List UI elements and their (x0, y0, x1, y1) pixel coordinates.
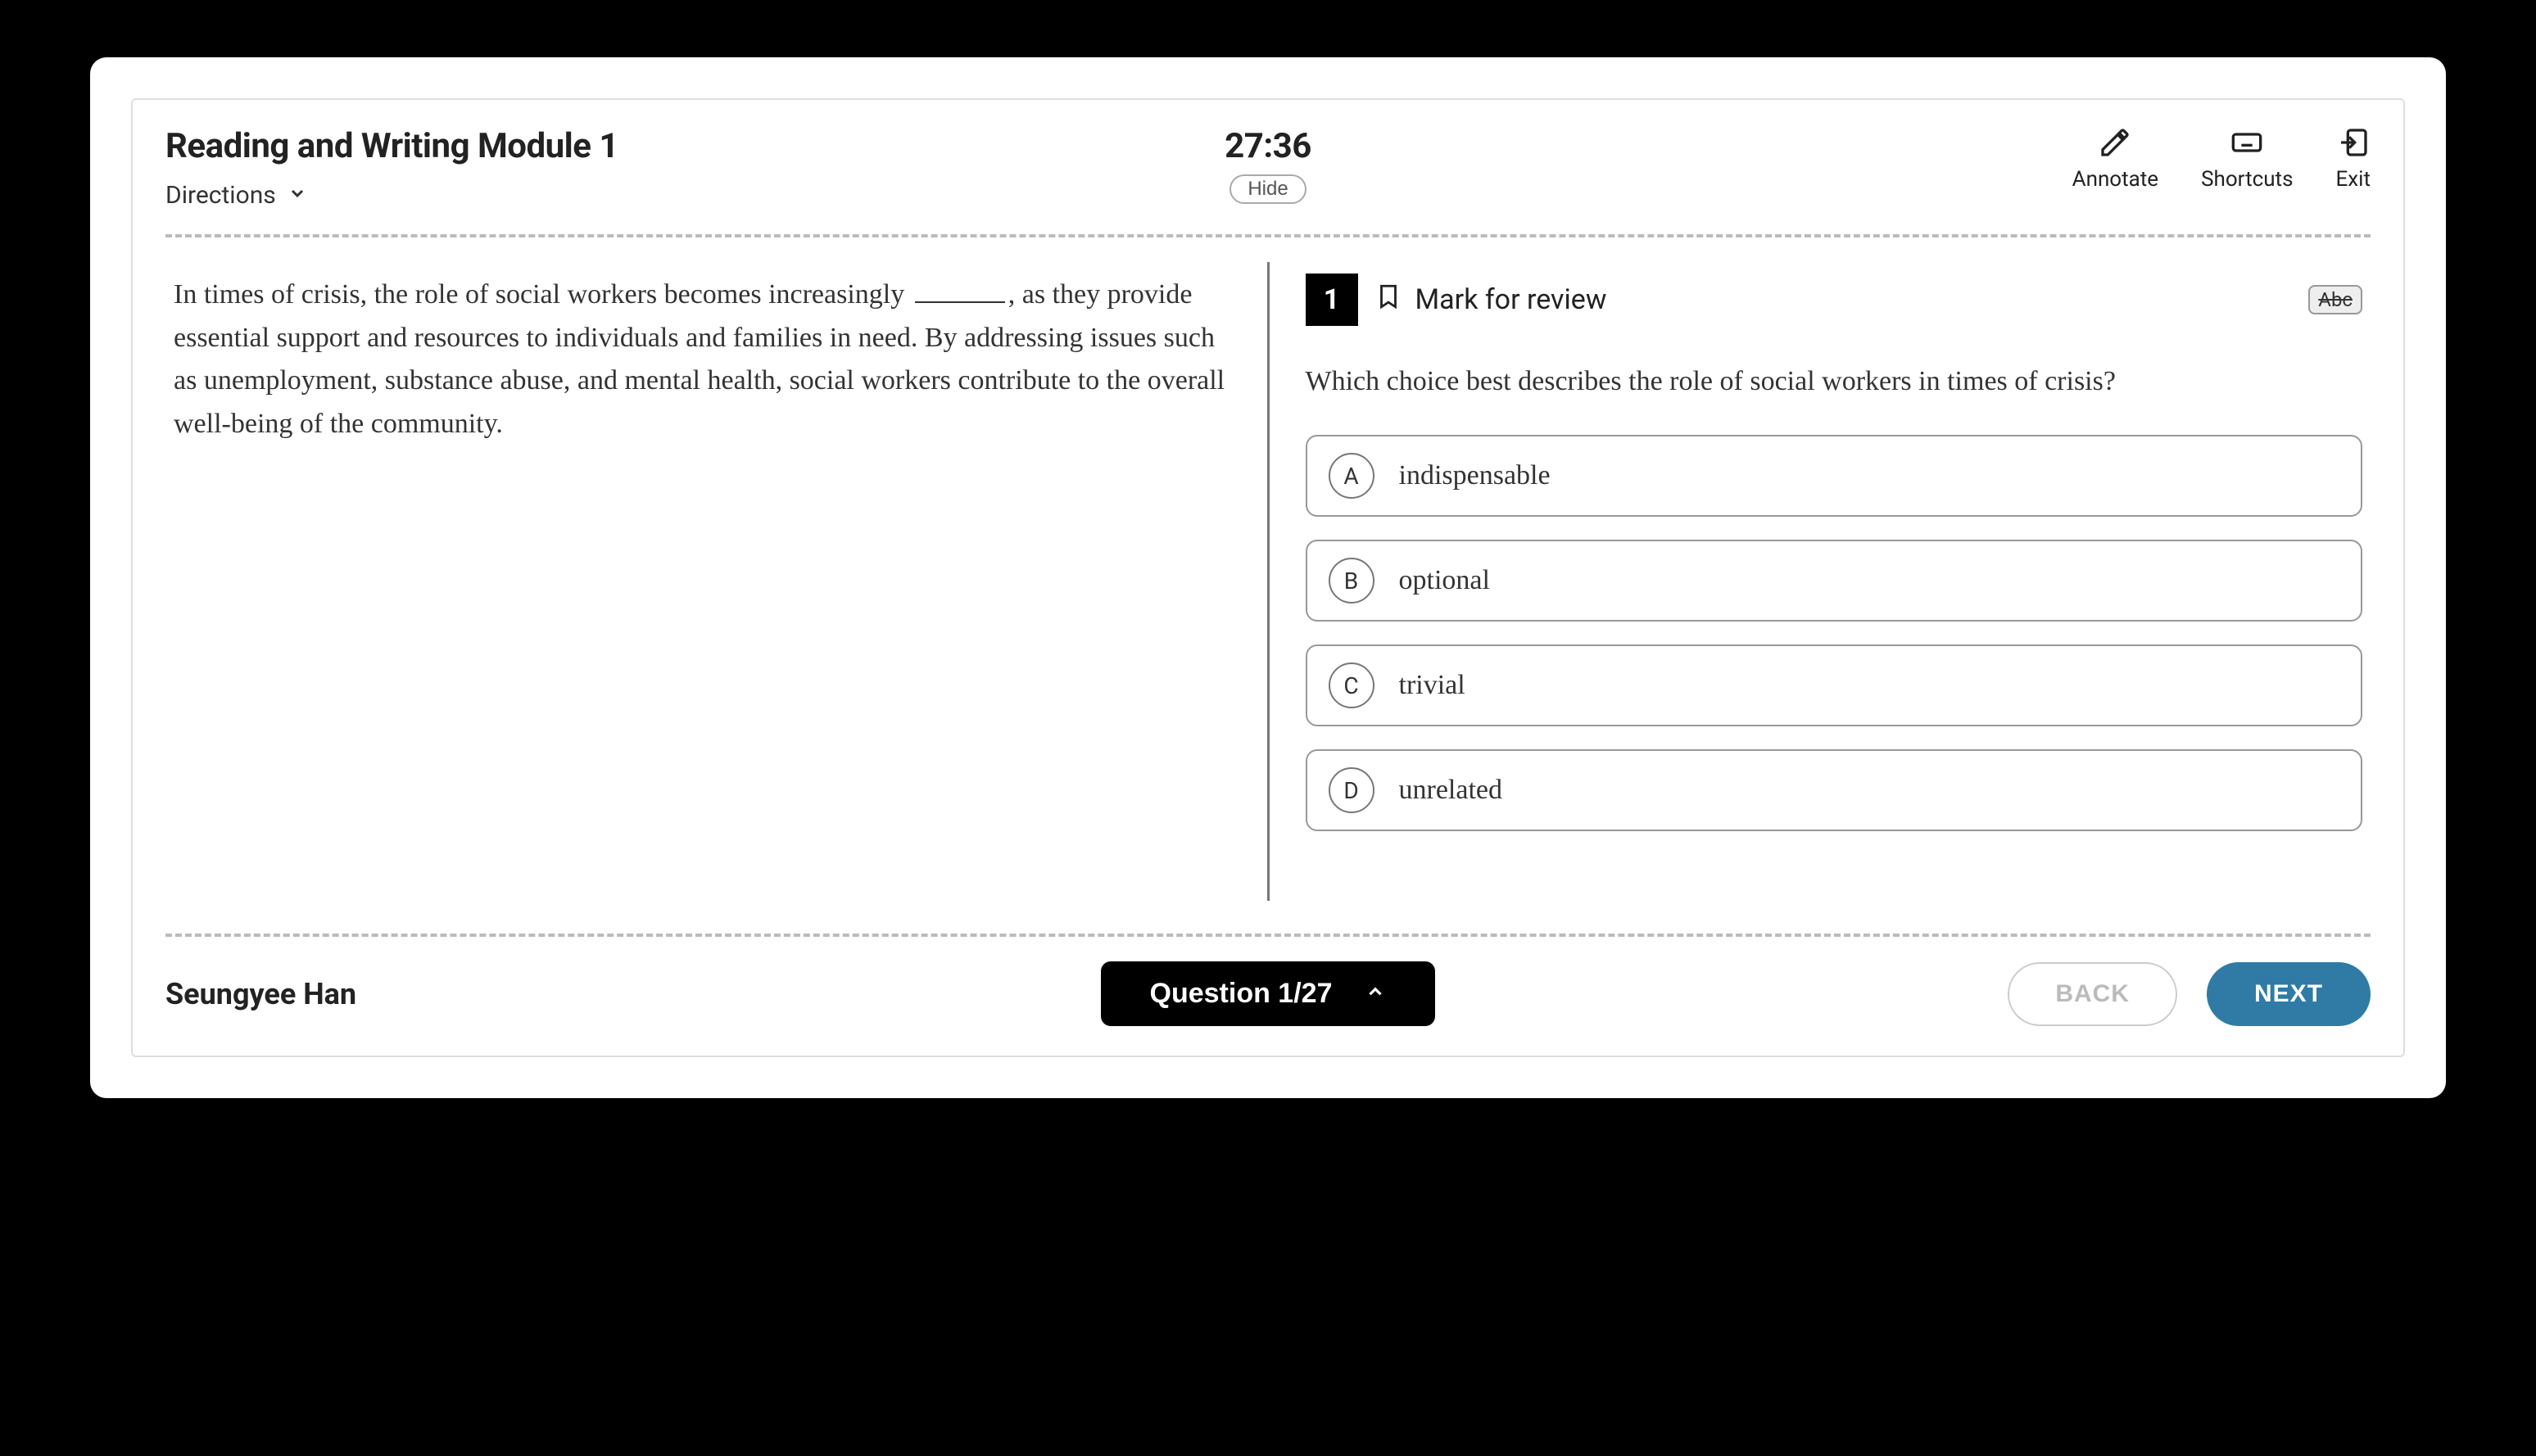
directions-label: Directions (165, 181, 276, 210)
test-panel: Reading and Writing Module 1 Directions … (131, 98, 2405, 1057)
passage-text-pre: In times of crisis, the role of social w… (174, 279, 912, 310)
shortcuts-label: Shortcuts (2201, 167, 2293, 192)
footer-nav: BACK NEXT (1435, 962, 2371, 1026)
answer-choice-c[interactable]: C trivial (1306, 644, 2363, 726)
question-indicator-button[interactable]: Question 1/27 (1101, 961, 1436, 1026)
question-indicator-label: Question 1/27 (1150, 978, 1333, 1010)
choice-letter: C (1329, 662, 1374, 708)
timer: 27:36 (1225, 126, 1311, 166)
answer-choice-a[interactable]: A indispensable (1306, 435, 2363, 517)
choice-letter: B (1329, 558, 1374, 604)
header: Reading and Writing Module 1 Directions … (133, 100, 2403, 226)
choice-letter: A (1329, 453, 1374, 499)
choice-text: trivial (1399, 670, 1465, 701)
choice-text: unrelated (1399, 775, 1503, 806)
question-number: 1 (1306, 274, 1358, 326)
cursor-icon (1555, 1302, 1573, 1327)
chevron-down-icon (288, 181, 307, 210)
question-header: 1 Mark for review Abc (1306, 274, 2363, 326)
mark-for-review-label: Mark for review (1415, 283, 1607, 316)
test-window: Reading and Writing Module 1 Directions … (90, 57, 2446, 1098)
module-title: Reading and Writing Module 1 (165, 126, 1186, 166)
header-center: 27:36 Hide (1186, 126, 1350, 204)
passage-pane: In times of crisis, the role of social w… (165, 262, 1267, 901)
body: In times of crisis, the role of social w… (133, 237, 2403, 925)
student-name: Seungyee Han (165, 977, 1101, 1011)
annotate-tool[interactable]: Annotate (2072, 126, 2158, 192)
keyboard-icon (2230, 126, 2263, 162)
choice-text: optional (1399, 565, 1490, 596)
answer-choices: A indispensable B optional C trivial D u… (1306, 435, 2363, 831)
header-right: Annotate Shortcuts Exit (1350, 126, 2371, 192)
directions-toggle[interactable]: Directions (165, 181, 307, 210)
choice-letter: D (1329, 767, 1374, 813)
answer-choice-b[interactable]: B optional (1306, 540, 2363, 622)
answer-choice-d[interactable]: D unrelated (1306, 749, 2363, 831)
header-left: Reading and Writing Module 1 Directions (165, 126, 1186, 210)
pencil-icon (2099, 126, 2131, 162)
exit-tool[interactable]: Exit (2335, 126, 2371, 192)
mark-for-review-toggle[interactable]: Mark for review (1374, 283, 1607, 318)
question-prompt: Which choice best describes the role of … (1306, 360, 2363, 402)
cross-out-toggle[interactable]: Abc (2308, 285, 2362, 314)
passage-blank (915, 301, 1005, 303)
question-pane: 1 Mark for review Abc Which choice best … (1270, 262, 2371, 901)
next-button[interactable]: NEXT (2207, 962, 2371, 1026)
choice-text: indispensable (1399, 460, 1551, 491)
bookmark-icon (1374, 283, 1402, 318)
shortcuts-tool[interactable]: Shortcuts (2201, 126, 2293, 192)
hide-timer-button[interactable]: Hide (1230, 174, 1306, 204)
chevron-up-icon (1365, 978, 1386, 1010)
exit-icon (2337, 126, 2370, 162)
footer: Seungyee Han Question 1/27 BACK NEXT (133, 937, 2403, 1056)
back-button[interactable]: BACK (2008, 962, 2177, 1026)
exit-label: Exit (2335, 167, 2371, 192)
annotate-label: Annotate (2072, 167, 2158, 192)
